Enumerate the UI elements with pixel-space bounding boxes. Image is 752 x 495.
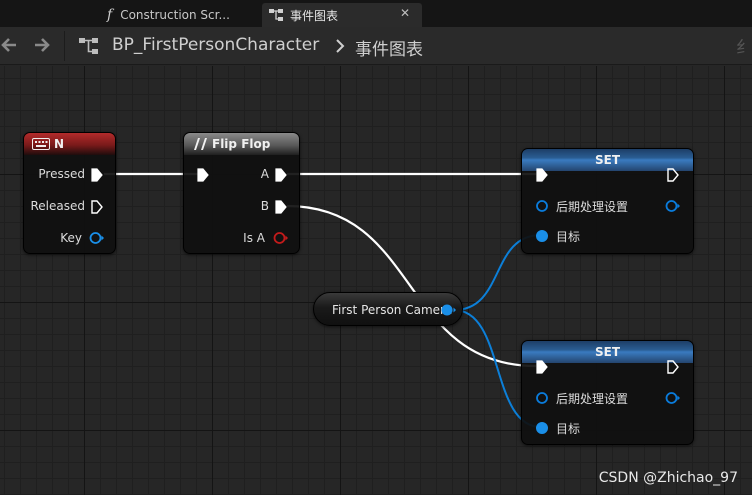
pin-label-is-a: Is A [243,231,265,245]
graph-icon [269,9,283,21]
node-title: N [54,137,65,151]
struct-pin-post-process-output[interactable] [665,391,681,405]
tab-construction-script[interactable]: f Construction Scr... [95,3,245,27]
toolbar-divider [64,31,65,61]
pin-label-b: B [260,199,269,213]
back-arrow-icon[interactable] [0,36,18,54]
function-icon: f [107,7,113,23]
tab-label: 事件图表 [290,8,339,23]
node-title: SET [594,153,621,167]
watermark: CSDN @Zhichao_97 [598,470,738,486]
pin-label-target: 目标 [556,422,581,436]
tab-bar: f Construction Scr... 事件图表 ✕ [0,0,752,27]
set-node-2[interactable]: SET 后期处理设置 目标 [521,340,694,445]
node-header: N [24,133,115,155]
exec-pin-a[interactable] [275,168,287,182]
forward-arrow-icon[interactable] [33,36,51,54]
keyboard-icon [32,138,50,150]
blueprint-editor: f Construction Scr... 事件图表 ✕ BP_FirstPer… [0,0,752,495]
struct-pin-post-process-input[interactable] [535,391,549,405]
exec-pin-input[interactable] [197,168,209,182]
exec-pin-b[interactable] [275,200,287,214]
flip-flop-node[interactable]: Flip Flop A B Is A [183,132,300,254]
exec-pin-input[interactable] [536,360,548,374]
graph-icon [79,38,98,54]
first-person-camera-node[interactable]: First Person Camera [313,292,463,326]
pin-label-post-process: 后期处理设置 [556,392,629,406]
pin-label-key: Key [60,231,82,245]
flip-flop-icon [194,138,207,150]
pin-label-post-process: 后期处理设置 [556,200,629,214]
node-header: Flip Flop [184,133,299,155]
tab-event-graph[interactable]: 事件图表 ✕ [262,3,422,27]
exec-pin-input[interactable] [536,168,548,182]
breadcrumb-graph[interactable]: 事件图表 [355,35,423,60]
key-event-node[interactable]: N Pressed Released Key [23,132,116,254]
object-pin-target[interactable] [535,421,549,435]
clipped-glyph: 纟 [736,38,752,58]
exec-pin-released[interactable] [91,200,103,214]
node-title: Flip Flop [212,137,271,151]
chevron-right-icon [336,39,345,53]
pin-label-a: A [260,167,269,181]
pin-label-target: 目标 [556,230,581,244]
bool-pin-is-a[interactable] [273,231,289,245]
breadcrumb-bar: BP_FirstPersonCharacter 事件图表 纟 [0,27,752,65]
exec-pin-pressed[interactable] [91,168,103,182]
tab-label: Construction Scr... [120,8,230,22]
variable-label: First Person Camera [332,303,453,317]
object-pin-camera-output[interactable] [440,303,458,317]
object-pin-target[interactable] [535,229,549,243]
exec-pin-output[interactable] [667,168,679,182]
struct-pin-key[interactable] [89,231,105,245]
struct-pin-post-process-output[interactable] [665,199,681,213]
pin-label-pressed: Pressed [38,167,85,181]
breadcrumb-blueprint[interactable]: BP_FirstPersonCharacter [112,35,319,55]
struct-pin-post-process-input[interactable] [535,199,549,213]
exec-pin-output[interactable] [667,360,679,374]
set-node-1[interactable]: SET 后期处理设置 目标 [521,148,694,254]
close-icon[interactable]: ✕ [400,6,410,20]
node-title: SET [594,345,621,359]
pin-label-released: Released [30,199,85,213]
